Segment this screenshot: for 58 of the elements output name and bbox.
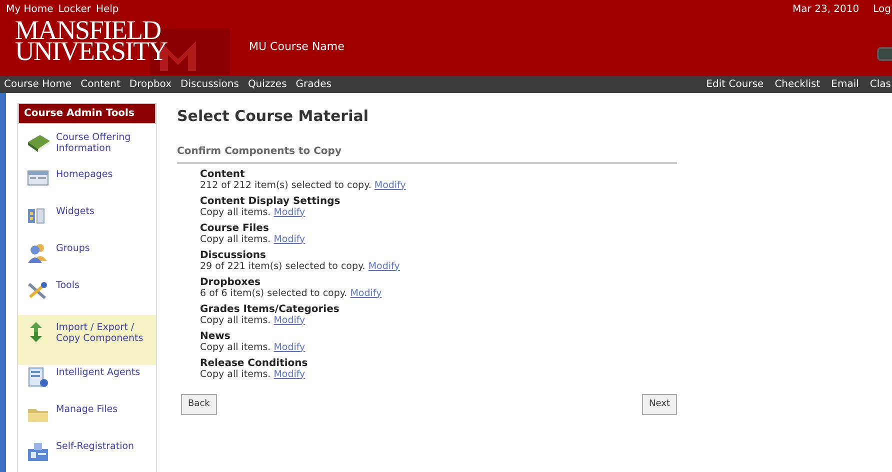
nav-link[interactable]: Discussions — [180, 77, 239, 93]
modify-link[interactable]: Modify — [274, 314, 306, 326]
university-logo[interactable]: MANSFIELD UNIVERSITY — [0, 17, 167, 62]
sidebar-item[interactable]: Manage Files — [18, 402, 156, 439]
sidebar-item[interactable]: Import / Export / Copy Components — [18, 315, 156, 365]
nav-link[interactable]: Edit Course — [706, 77, 764, 93]
modify-link[interactable]: Modify — [274, 234, 306, 244]
modify-link[interactable]: Modify — [374, 180, 406, 190]
component-name: News — [200, 330, 232, 342]
modify-link[interactable]: Modify — [274, 368, 306, 380]
nav-link[interactable]: Clas — [870, 77, 891, 93]
form-button[interactable]: Next — [642, 394, 677, 415]
component-summary: Copy all items. — [200, 234, 271, 244]
nav-link[interactable]: Course Home — [4, 77, 72, 93]
component-name: Grades Items/Categories — [200, 304, 340, 314]
sidebar-item[interactable]: Intelligent Agents — [18, 365, 156, 402]
modify-link[interactable]: Modify — [274, 206, 306, 218]
component-summary: Copy all items. — [200, 314, 271, 326]
modify-link[interactable]: Modify — [350, 288, 382, 298]
component-summary: 6 of 6 item(s) selected to copy. — [200, 288, 348, 298]
top-link[interactable]: My Home — [6, 2, 54, 17]
sidebar-item[interactable]: Tools — [18, 278, 156, 315]
header-button[interactable] — [877, 47, 892, 61]
component-name: Course Files — [200, 222, 270, 234]
date-text: Mar 23, 2010 — [792, 3, 860, 17]
component-summary: Copy all items. — [200, 368, 271, 380]
modify-link[interactable]: Modify — [274, 342, 306, 352]
nav-link[interactable]: Content — [80, 77, 120, 93]
section-title: Confirm Components to Copy — [177, 144, 677, 164]
component-summary: 212 of 212 item(s) selected to copy. — [200, 180, 372, 190]
sidebar-title: Course Admin Tools — [18, 103, 156, 124]
component-name: Content Display Settings — [200, 196, 342, 206]
top-link[interactable]: Locker — [58, 2, 91, 17]
component-summary: 29 of 221 item(s) selected to copy. — [200, 260, 366, 272]
sidebar-item[interactable]: Widgets — [18, 204, 156, 241]
nav-link[interactable]: Checklist — [774, 77, 820, 93]
component-name: Content — [200, 168, 246, 180]
sidebar-item[interactable]: Homepages — [18, 167, 156, 204]
modify-link[interactable]: Modify — [368, 260, 400, 272]
nav-link[interactable]: Email — [831, 77, 859, 93]
document-gear-icon — [26, 365, 50, 389]
form-button[interactable]: Back — [181, 394, 217, 415]
component-name: Discussions — [200, 250, 268, 260]
sidebar-item[interactable]: Self-Registration — [18, 439, 156, 472]
component-name: Dropboxes — [200, 276, 262, 288]
logout-link[interactable]: Log — [873, 2, 891, 17]
top-link[interactable]: Help — [96, 2, 119, 17]
nav-link[interactable]: Grades — [296, 77, 332, 93]
component-name: Release Conditions — [200, 358, 309, 368]
page-title: Select Course Material — [177, 106, 370, 127]
component-summary: Copy all items. — [200, 206, 271, 218]
nav-link[interactable]: Quizzes — [248, 77, 287, 93]
course-name: MU Course Name — [249, 39, 344, 55]
sidebar-item[interactable]: Course Offering Information — [18, 130, 156, 167]
component-summary: Copy all items. — [200, 342, 271, 352]
nav-link[interactable]: Dropbox — [129, 77, 172, 93]
people-icon — [26, 241, 50, 265]
sidebar-item[interactable]: Groups — [18, 241, 156, 278]
